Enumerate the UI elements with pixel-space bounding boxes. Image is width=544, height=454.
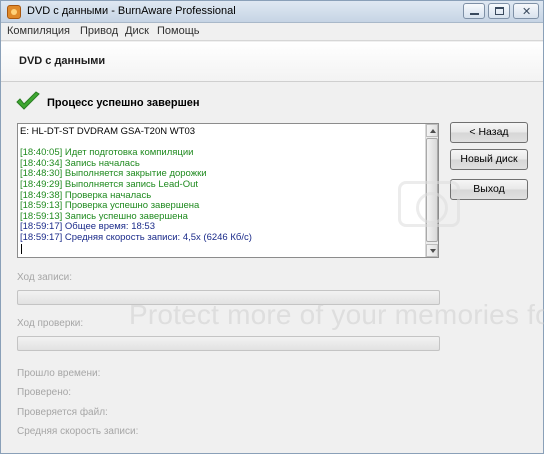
checking-file-label: Проверяется файл: (17, 407, 108, 418)
verified-label: Проверено: (17, 387, 72, 398)
log-lines: E: HL-DT-ST DVDRAM GSA-T20N WT03 [18:40:… (20, 127, 422, 254)
status-message: Процесс успешно завершен (47, 97, 200, 109)
page-title: DVD с данными (19, 55, 106, 67)
exit-button[interactable]: Выход (450, 179, 528, 200)
menu-help[interactable]: Помощь (157, 25, 200, 37)
back-button[interactable]: < Назад (450, 122, 528, 143)
write-progress-label: Ход записи: (17, 272, 73, 283)
text-caret (21, 243, 22, 254)
menu-disc[interactable]: Диск (125, 25, 149, 37)
check-icon (16, 91, 40, 110)
minimize-button[interactable] (463, 3, 485, 19)
close-icon: ✕ (522, 5, 532, 18)
app-window: DVD с данными - BurnAware Professional ✕… (0, 0, 544, 454)
log-drive-line: E: HL-DT-ST DVDRAM GSA-T20N WT03 (20, 127, 196, 137)
scroll-up-arrow-icon[interactable] (426, 124, 438, 137)
avg-speed-label: Средняя скорость записи: (17, 426, 139, 437)
log-textbox[interactable]: E: HL-DT-ST DVDRAM GSA-T20N WT03 [18:40:… (17, 123, 439, 258)
elapsed-time-label: Прошло времени: (17, 368, 101, 379)
close-button[interactable]: ✕ (513, 3, 539, 19)
minimize-icon (470, 13, 479, 15)
menu-drive[interactable]: Привод (80, 25, 118, 37)
watermark-text: Protect more of your memories for less! (129, 299, 544, 330)
scroll-down-arrow-icon[interactable] (426, 244, 438, 257)
window-title: DVD с данными - BurnAware Professional (27, 5, 236, 17)
maximize-button[interactable] (488, 3, 510, 19)
log-line: [18:59:17] Средняя скорость записи: 4,5x… (20, 231, 252, 243)
watermark-camera-icon (398, 181, 460, 227)
verify-progress-label: Ход проверки: (17, 318, 84, 329)
menu-compilation[interactable]: Компиляция (7, 25, 70, 37)
log-line: [18:49:29] Выполняется запись Lead-Out (20, 178, 198, 190)
menu-bar: Компиляция Привод Диск Помощь (1, 23, 543, 41)
verify-progress-bar (17, 336, 440, 351)
new-disc-button[interactable]: Новый диск (450, 149, 528, 170)
maximize-icon (495, 7, 504, 15)
page-header: DVD с данными (1, 42, 543, 82)
app-icon (7, 5, 21, 19)
title-bar[interactable]: DVD с данными - BurnAware Professional ✕ (1, 1, 543, 23)
